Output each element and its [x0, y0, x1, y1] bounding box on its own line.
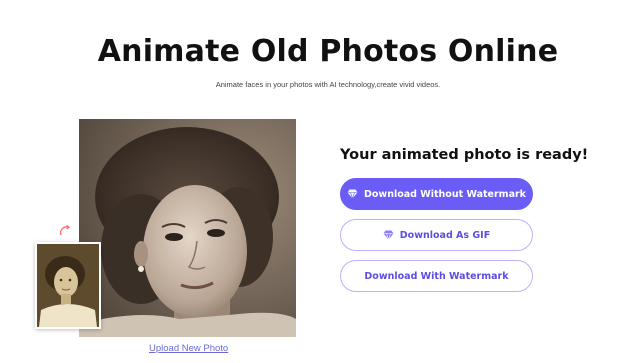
download-without-watermark-button[interactable]: Download Without Watermark [340, 178, 533, 210]
refresh-icon[interactable] [58, 224, 72, 238]
download-as-gif-button[interactable]: Download As GIF [340, 219, 533, 251]
page-title: Animate Old Photos Online [97, 34, 559, 69]
page-subtitle: Animate faces in your photos with AI tec… [215, 80, 441, 89]
result-ready-heading: Your animated photo is ready! [340, 147, 589, 163]
upload-new-photo-link[interactable]: Upload New Photo [149, 343, 228, 354]
download-with-watermark-button[interactable]: Download With Watermark [340, 260, 533, 292]
diamond-icon [347, 189, 358, 199]
original-photo-thumbnail[interactable] [35, 242, 101, 329]
download-with-watermark-label: Download With Watermark [364, 270, 509, 282]
download-as-gif-label: Download As GIF [399, 229, 491, 241]
animated-photo [79, 119, 296, 337]
diamond-icon [383, 230, 394, 240]
download-without-watermark-label: Download Without Watermark [364, 188, 526, 200]
